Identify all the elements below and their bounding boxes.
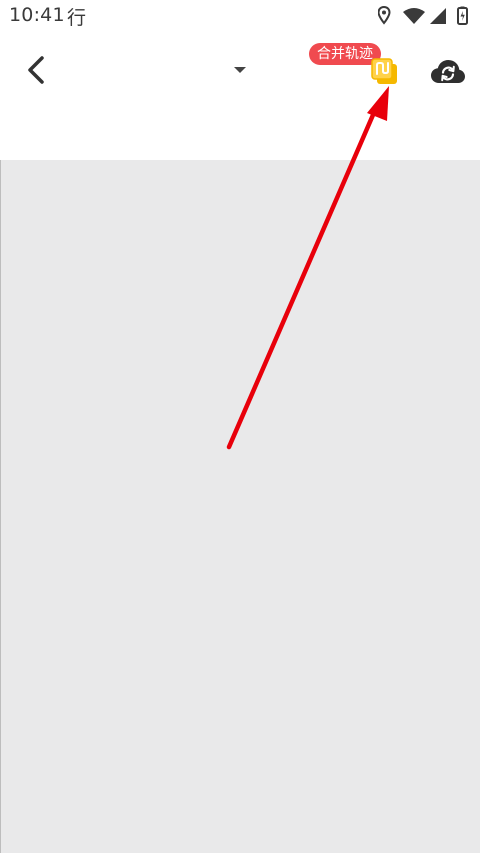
status-icons bbox=[378, 6, 468, 25]
cloud-sync-button[interactable] bbox=[430, 56, 466, 88]
battery-icon bbox=[457, 6, 468, 25]
content-left-border bbox=[0, 160, 1, 853]
status-extra-text: 行 bbox=[67, 7, 87, 29]
status-time: 10:41 bbox=[9, 4, 65, 26]
merge-track-button[interactable] bbox=[370, 57, 400, 87]
toolbar: 合并轨迹 bbox=[0, 32, 480, 160]
caret-down-icon bbox=[234, 67, 246, 73]
location-icon bbox=[378, 6, 391, 25]
chevron-left-icon bbox=[28, 56, 44, 84]
app-screen: 10:41 行 合并轨迹 bbox=[0, 0, 480, 853]
cloud-sync-icon bbox=[431, 60, 465, 83]
title-dropdown[interactable] bbox=[228, 60, 252, 80]
status-bar: 10:41 行 bbox=[0, 0, 480, 32]
back-button[interactable] bbox=[20, 52, 54, 88]
cellular-signal-icon bbox=[430, 8, 446, 24]
merge-track-icon bbox=[371, 58, 397, 84]
track-content-area[interactable] bbox=[0, 160, 480, 853]
wifi-icon bbox=[403, 8, 425, 24]
